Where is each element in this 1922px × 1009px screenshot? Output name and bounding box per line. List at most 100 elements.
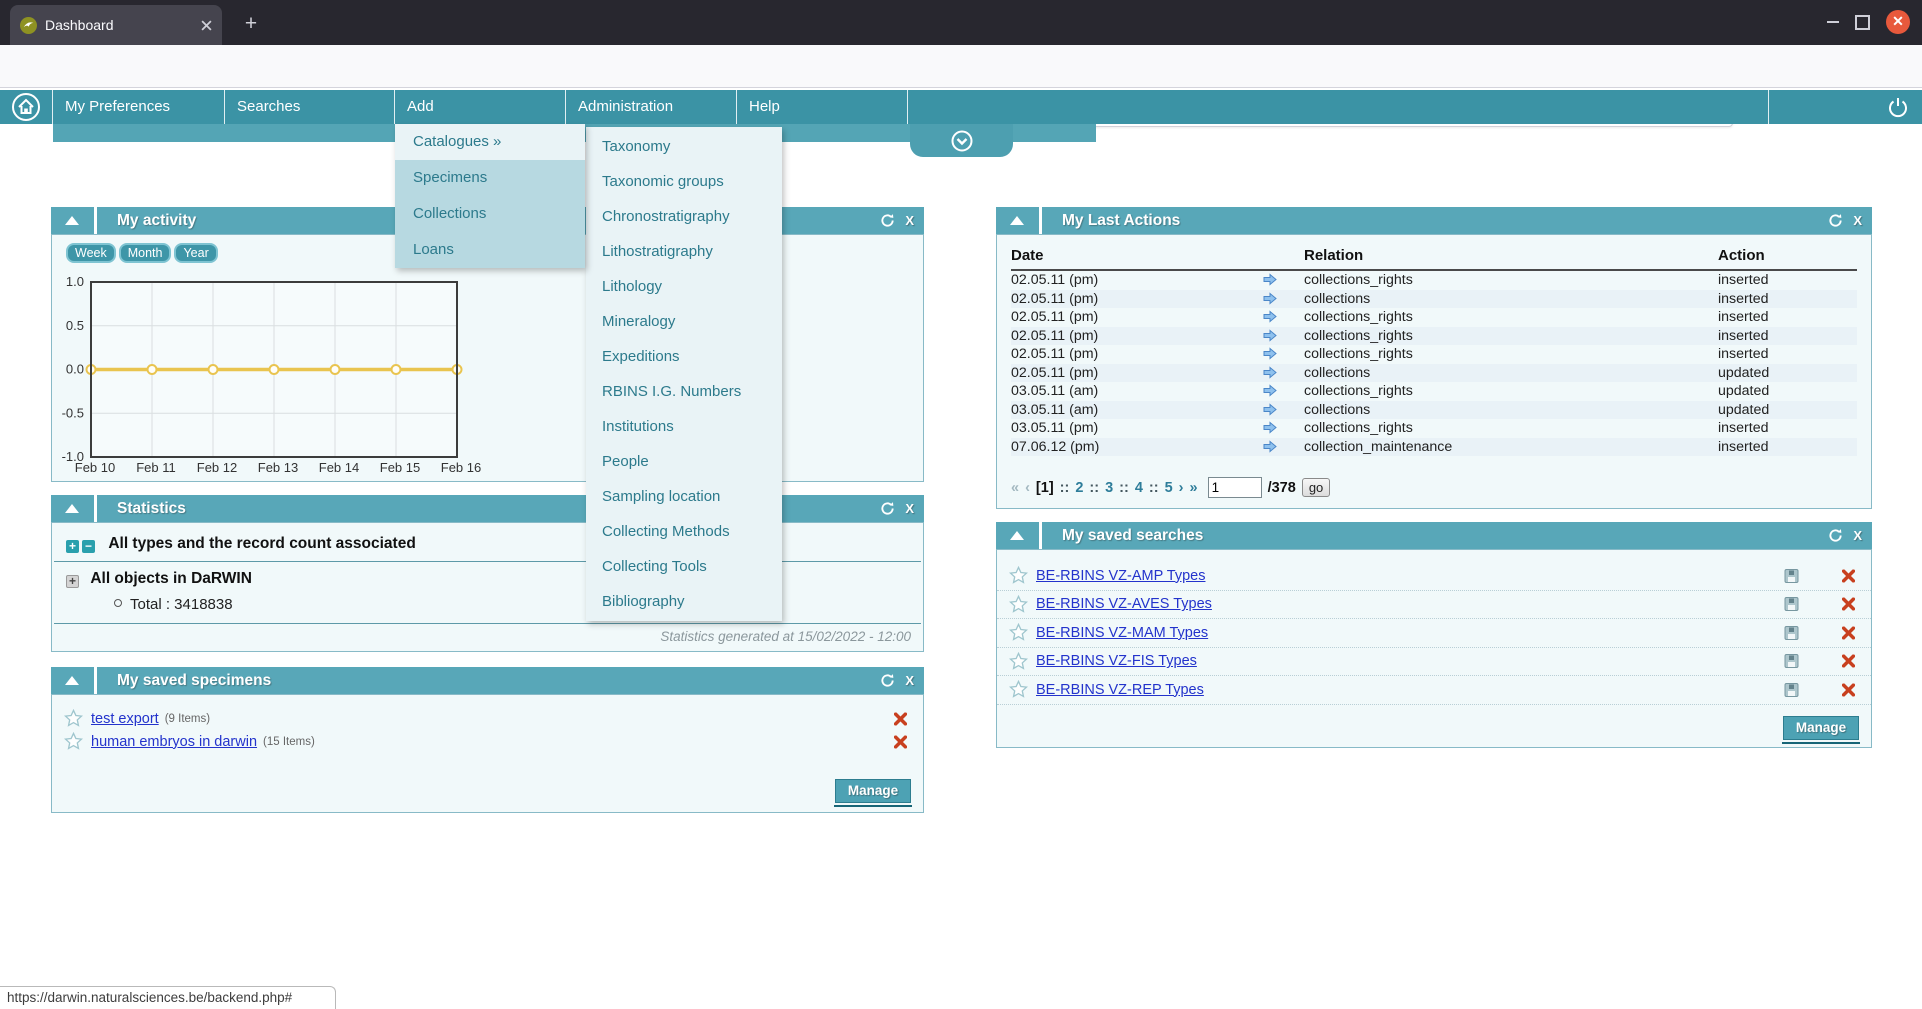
- refresh-icon[interactable]: [880, 673, 895, 688]
- svg-text:Feb 11: Feb 11: [136, 460, 176, 475]
- delete-icon[interactable]: [894, 735, 907, 748]
- page-link[interactable]: 3: [1105, 480, 1113, 496]
- collapse-button[interactable]: [996, 207, 1039, 234]
- submenu-item[interactable]: Sampling location: [586, 479, 782, 514]
- delete-icon[interactable]: [1842, 655, 1855, 668]
- save-icon[interactable]: [1784, 682, 1799, 697]
- menu-item-collections[interactable]: Collections: [395, 196, 585, 232]
- arrow-icon[interactable]: [1263, 440, 1277, 459]
- menu-item-administration[interactable]: Administration: [566, 90, 737, 124]
- manage-button[interactable]: Manage: [835, 779, 911, 803]
- logout-power-button[interactable]: [1878, 95, 1918, 121]
- save-icon[interactable]: [1784, 568, 1799, 583]
- submenu-item[interactable]: Lithostratigraphy: [586, 234, 782, 269]
- saved-specimen-link[interactable]: test export: [91, 711, 159, 727]
- saved-search-link[interactable]: BE-RBINS VZ-AVES Types: [1036, 596, 1212, 612]
- statistics-generated-caption: Statistics generated at 15/02/2022 - 12:…: [660, 629, 911, 644]
- submenu-item[interactable]: Lithology: [586, 269, 782, 304]
- submenu-item[interactable]: Taxonomic groups: [586, 164, 782, 199]
- page-link[interactable]: 4: [1135, 480, 1143, 496]
- refresh-icon[interactable]: [1828, 213, 1843, 228]
- month-button[interactable]: Month: [119, 243, 172, 263]
- menu-item-help[interactable]: Help: [737, 90, 908, 124]
- star-icon[interactable]: [1009, 595, 1028, 614]
- page-link[interactable]: 5: [1165, 480, 1173, 496]
- week-button[interactable]: Week: [66, 243, 116, 263]
- collapse-button[interactable]: [996, 522, 1039, 549]
- window-maximize-button[interactable]: [1855, 15, 1870, 30]
- bullet-icon: [114, 599, 122, 607]
- expand-all-icon[interactable]: +: [66, 540, 79, 553]
- delete-icon[interactable]: [894, 712, 907, 725]
- save-icon[interactable]: [1784, 625, 1799, 640]
- next-page-button[interactable]: ›: [1179, 480, 1184, 496]
- submenu-item[interactable]: Collecting Tools: [586, 549, 782, 584]
- new-tab-button[interactable]: +: [236, 10, 266, 40]
- last-page-button[interactable]: »: [1190, 480, 1198, 496]
- close-icon[interactable]: X: [905, 495, 914, 522]
- divider: [54, 623, 921, 624]
- close-icon[interactable]: X: [905, 207, 914, 234]
- page-input[interactable]: [1208, 477, 1262, 498]
- go-button[interactable]: go: [1302, 478, 1330, 497]
- submenu-item[interactable]: People: [586, 444, 782, 479]
- saved-search-link[interactable]: BE-RBINS VZ-REP Types: [1036, 682, 1204, 698]
- submenu-item[interactable]: Collecting Methods: [586, 514, 782, 549]
- close-icon[interactable]: X: [1853, 207, 1862, 234]
- page-link[interactable]: 2: [1075, 480, 1083, 496]
- cell-action: updated: [1718, 382, 1769, 401]
- saved-search-link[interactable]: BE-RBINS VZ-AMP Types: [1036, 568, 1205, 584]
- refresh-icon[interactable]: [880, 501, 895, 516]
- year-button[interactable]: Year: [174, 243, 217, 263]
- delete-icon[interactable]: [1842, 569, 1855, 582]
- save-icon[interactable]: [1784, 597, 1799, 612]
- star-icon[interactable]: [1009, 652, 1028, 671]
- close-icon[interactable]: X: [905, 667, 914, 694]
- cell-date: 02.05.11 (pm): [1011, 290, 1098, 309]
- menu-collapse-toggle[interactable]: [910, 124, 1013, 157]
- menu-item-specimens[interactable]: Specimens: [395, 160, 585, 196]
- close-icon[interactable]: X: [1853, 522, 1862, 549]
- window-minimize-button[interactable]: [1827, 21, 1839, 23]
- collapse-all-icon[interactable]: −: [82, 540, 95, 553]
- saved-specimen-link[interactable]: human embryos in darwin: [91, 734, 257, 750]
- window-close-button[interactable]: ✕: [1886, 10, 1910, 34]
- menu-item-loans[interactable]: Loans: [395, 232, 585, 268]
- refresh-icon[interactable]: [1828, 528, 1843, 543]
- delete-icon[interactable]: [1842, 626, 1855, 639]
- collapse-button[interactable]: [51, 207, 94, 234]
- collapse-button[interactable]: [51, 495, 94, 522]
- saved-search-link[interactable]: BE-RBINS VZ-FIS Types: [1036, 653, 1197, 669]
- home-button[interactable]: [0, 90, 53, 124]
- star-icon[interactable]: [1009, 623, 1028, 642]
- saved-search-link[interactable]: BE-RBINS VZ-MAM Types: [1036, 625, 1208, 641]
- submenu-item[interactable]: RBINS I.G. Numbers: [586, 374, 782, 409]
- save-icon[interactable]: [1784, 654, 1799, 669]
- browser-tab[interactable]: Dashboard: [10, 5, 222, 45]
- expand-icon[interactable]: +: [66, 575, 79, 588]
- refresh-icon[interactable]: [880, 213, 895, 228]
- submenu-item[interactable]: Taxonomy: [586, 129, 782, 164]
- menu-item-catalogues[interactable]: Catalogues »: [395, 124, 585, 160]
- menu-item-add[interactable]: Add: [395, 90, 566, 124]
- delete-icon[interactable]: [1842, 598, 1855, 611]
- submenu-item[interactable]: Mineralogy: [586, 304, 782, 339]
- tab-close-icon[interactable]: [201, 20, 212, 31]
- star-icon[interactable]: [64, 732, 83, 751]
- star-icon[interactable]: [64, 709, 83, 728]
- submenu-item[interactable]: Bibliography: [586, 584, 782, 619]
- submenu-item[interactable]: Institutions: [586, 409, 782, 444]
- submenu-item-label: Taxonomy: [602, 138, 670, 155]
- submenu-item[interactable]: Chronostratigraphy: [586, 199, 782, 234]
- manage-button[interactable]: Manage: [1783, 716, 1859, 740]
- menu-item-searches[interactable]: Searches: [225, 90, 395, 124]
- submenu-item[interactable]: Expeditions: [586, 339, 782, 374]
- page-link-group: ::4: [1119, 480, 1143, 496]
- star-icon[interactable]: [1009, 566, 1028, 585]
- collapse-button[interactable]: [51, 667, 94, 694]
- menu-item-my-preferences[interactable]: My Preferences: [53, 90, 225, 124]
- cell-relation: collections_rights: [1304, 382, 1413, 401]
- star-icon[interactable]: [1009, 680, 1028, 699]
- cell-relation: collections: [1304, 364, 1370, 383]
- delete-icon[interactable]: [1842, 683, 1855, 696]
